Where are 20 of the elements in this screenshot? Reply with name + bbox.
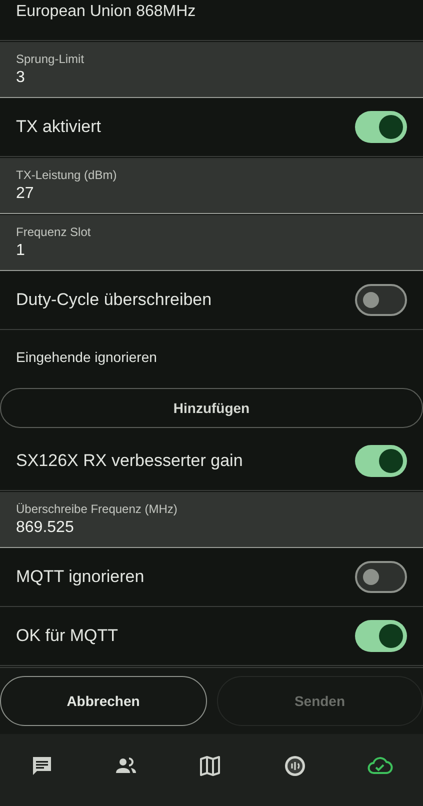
- setting-label: Duty-Cycle überschreiben: [16, 290, 212, 310]
- setting-label: OK für MQTT: [16, 626, 118, 646]
- setting-label: MQTT ignorieren: [16, 567, 144, 587]
- toggle-switch[interactable]: [355, 111, 407, 143]
- text-field[interactable]: Frequenz Slot 1: [0, 215, 423, 271]
- toggle-switch[interactable]: [355, 620, 407, 652]
- text-field[interactable]: Sprung-Limit 3: [0, 42, 423, 98]
- signal-icon[interactable]: [282, 754, 307, 778]
- cancel-button[interactable]: Abbrechen: [0, 676, 206, 726]
- text-field[interactable]: Überschreibe Frequenz (MHz) 869.525: [0, 492, 423, 548]
- toggle-switch[interactable]: [355, 561, 407, 593]
- setting-label: TX aktiviert: [16, 117, 102, 137]
- region-value: European Union 868MHz: [16, 2, 196, 22]
- add-button[interactable]: Hinzufügen: [0, 388, 423, 428]
- toggle-switch[interactable]: [355, 284, 407, 316]
- section-label: Eingehende ignorieren: [16, 349, 157, 365]
- text-field[interactable]: TX-Leistung (dBm) 27: [0, 158, 423, 214]
- toggle-switch[interactable]: [355, 445, 407, 477]
- setting-label: SX126X RX verbesserter gain: [16, 451, 243, 471]
- map-icon[interactable]: [198, 754, 222, 778]
